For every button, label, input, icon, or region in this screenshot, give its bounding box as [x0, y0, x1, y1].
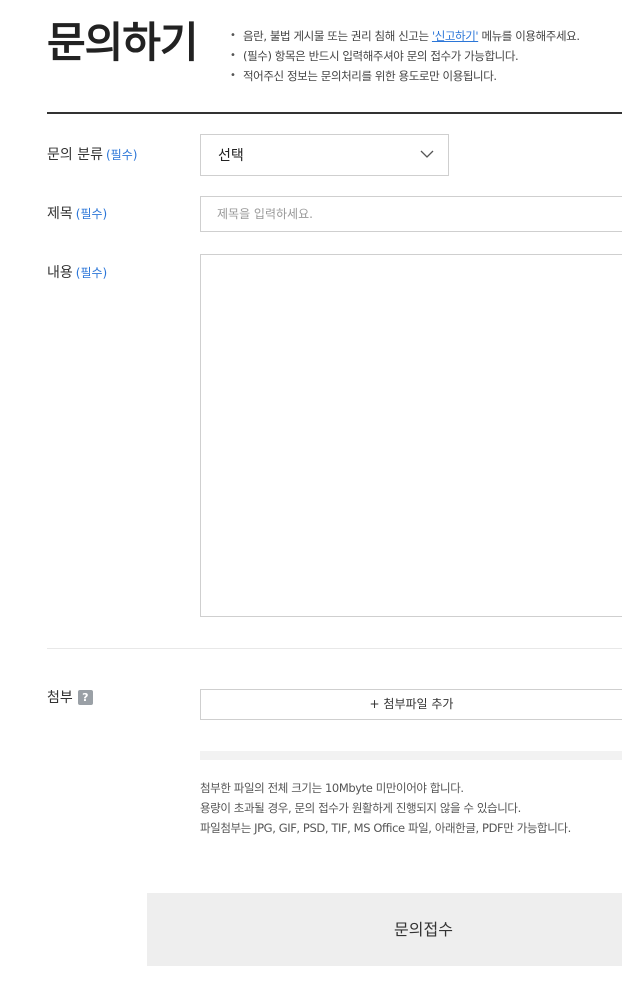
- category-label-text: 문의 분류: [47, 147, 103, 163]
- attachment-note: 파일첨부는 JPG, GIF, PSD, TIF, MS Office 파일, …: [200, 821, 571, 835]
- required-tag: (필수): [75, 266, 108, 280]
- report-link[interactable]: '신고하기': [432, 29, 479, 43]
- content-label: 내용 (필수): [47, 263, 107, 283]
- help-icon[interactable]: ?: [77, 690, 93, 705]
- add-attachment-button[interactable]: + 첨부파일 추가: [200, 689, 622, 720]
- attachment-note: 첨부한 파일의 전체 크기는 10Mbyte 미만이어야 합니다.: [200, 781, 464, 795]
- header-divider: [47, 112, 622, 114]
- notice-item-required: (필수) 항목은 반드시 입력해주셔야 문의 접수가 가능합니다.: [228, 46, 622, 66]
- submit-button[interactable]: 문의접수: [147, 893, 622, 966]
- subject-input[interactable]: [200, 196, 622, 232]
- attachment-label-text: 첨부: [47, 690, 73, 706]
- content-textarea[interactable]: [200, 254, 622, 617]
- category-label: 문의 분류 (필수): [47, 145, 137, 165]
- content-label-text: 내용: [47, 265, 73, 281]
- section-divider: [47, 648, 622, 649]
- notice-text: 메뉴를 이용해주세요.: [478, 29, 580, 43]
- chevron-down-icon: [420, 150, 434, 158]
- required-tag: (필수): [105, 148, 138, 162]
- attachment-note: 용량이 초과될 경우, 문의 접수가 원활하게 진행되지 않을 수 있습니다.: [200, 801, 521, 815]
- subject-label: 제목 (필수): [47, 204, 107, 224]
- notice-text: 음란, 불법 게시물 또는 권리 침해 신고는: [243, 29, 432, 43]
- category-select-value: 선택: [218, 148, 244, 164]
- page-title: 문의하기: [47, 18, 199, 67]
- attachment-label: 첨부?: [47, 688, 93, 708]
- notice-item-privacy: 적어주신 정보는 문의처리를 위한 용도로만 이용됩니다.: [228, 66, 622, 86]
- category-select[interactable]: 선택: [200, 134, 449, 176]
- notice-item-report: 음란, 불법 게시물 또는 권리 침해 신고는 '신고하기' 메뉴를 이용해주세…: [228, 26, 622, 46]
- attachment-notes: 첨부한 파일의 전체 크기는 10Mbyte 미만이어야 합니다. 용량이 초과…: [200, 778, 622, 838]
- subject-label-text: 제목: [47, 206, 73, 222]
- attachment-list-area: [200, 751, 622, 760]
- required-tag: (필수): [75, 207, 108, 221]
- notice-list: 음란, 불법 게시물 또는 권리 침해 신고는 '신고하기' 메뉴를 이용해주세…: [228, 26, 622, 86]
